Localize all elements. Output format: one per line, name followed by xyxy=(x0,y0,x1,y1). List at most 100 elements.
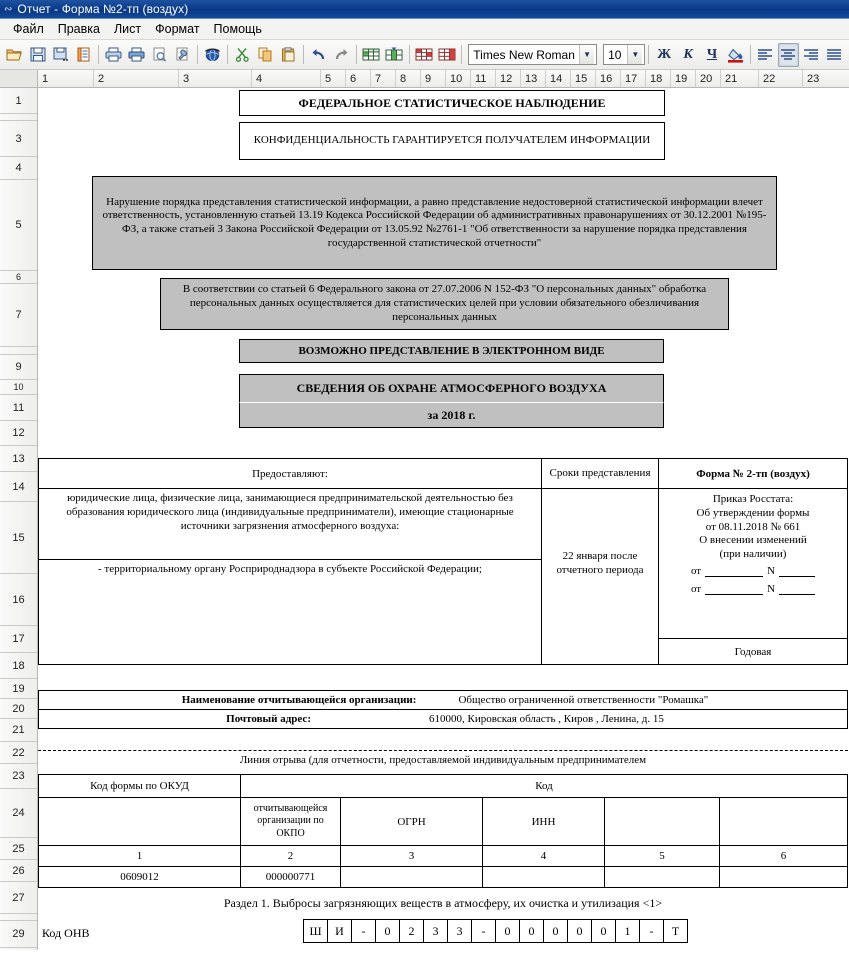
column-header-5[interactable]: 5 xyxy=(321,70,346,87)
column-header-13[interactable]: 13 xyxy=(521,70,546,87)
column-header-20[interactable]: 20 xyxy=(696,70,721,87)
row-header-25[interactable]: 25 xyxy=(0,838,37,860)
column-header-8[interactable]: 8 xyxy=(396,70,421,87)
row-header-22[interactable]: 22 xyxy=(0,742,37,764)
row-header-16[interactable]: 16 xyxy=(0,574,37,626)
column-header-19[interactable]: 19 xyxy=(671,70,696,87)
paste-icon[interactable] xyxy=(278,43,299,67)
row-header-6[interactable]: 6 xyxy=(0,271,37,284)
org-name-value[interactable]: Общество ограниченной ответственности "Р… xyxy=(458,694,708,706)
cut-scissors-icon[interactable] xyxy=(232,43,253,67)
column-header-18[interactable]: 18 xyxy=(646,70,671,87)
onv-code-cell-7[interactable]: 3 xyxy=(447,919,472,943)
column-header-22[interactable]: 22 xyxy=(759,70,803,87)
row-header-10[interactable]: 10 xyxy=(0,380,37,395)
menu-help[interactable]: Помощь xyxy=(207,20,269,38)
column-header-21[interactable]: 21 xyxy=(721,70,759,87)
onv-code-cell-1[interactable]: Ш xyxy=(303,919,328,943)
settings-wrench-icon[interactable] xyxy=(172,43,193,67)
chevron-down-icon[interactable]: ▼ xyxy=(579,45,595,64)
quick-print-icon[interactable] xyxy=(126,43,147,67)
column-header-23[interactable]: 23 xyxy=(803,70,849,87)
column-header-3[interactable]: 3 xyxy=(179,70,252,87)
menu-format[interactable]: Формат xyxy=(148,20,206,38)
menu-edit[interactable]: Правка xyxy=(51,20,107,38)
column-header-1[interactable]: 1 xyxy=(38,70,94,87)
row-header-4[interactable]: 4 xyxy=(0,157,37,180)
select-all-corner[interactable] xyxy=(0,70,38,87)
onv-code-cell-12[interactable]: 0 xyxy=(567,919,592,943)
column-header-4[interactable]: 4 xyxy=(252,70,321,87)
row-header-29[interactable]: 29 xyxy=(0,921,37,948)
order-date-field-2[interactable] xyxy=(705,584,764,595)
row-header-21[interactable]: 21 xyxy=(0,719,37,742)
align-left-button[interactable] xyxy=(755,43,776,67)
ogrn-value-cell[interactable] xyxy=(340,866,483,888)
row-header-30-collapsed[interactable] xyxy=(0,948,37,950)
print-icon[interactable] xyxy=(103,43,124,67)
onv-code-cell-2[interactable]: И xyxy=(327,919,352,943)
onv-code-cell-15[interactable]: - xyxy=(639,919,664,943)
onv-code-cell-6[interactable]: 3 xyxy=(423,919,448,943)
align-center-button[interactable] xyxy=(777,42,799,67)
onv-code-cell-4[interactable]: 0 xyxy=(375,919,400,943)
onv-code-cell-8[interactable]: - xyxy=(471,919,496,943)
row-header-19[interactable]: 19 xyxy=(0,679,37,699)
row-header-20[interactable]: 20 xyxy=(0,699,37,719)
delete-row-icon[interactable] xyxy=(436,43,457,67)
row-header-7[interactable]: 7 xyxy=(0,284,37,347)
row-header-15[interactable]: 15 xyxy=(0,502,37,574)
row-header-26[interactable]: 26 xyxy=(0,860,37,882)
bold-button[interactable]: Ж xyxy=(653,43,675,67)
insert-row-icon[interactable] xyxy=(384,43,405,67)
open-folder-icon[interactable] xyxy=(4,43,25,67)
column-header-12[interactable]: 12 xyxy=(496,70,521,87)
column-header-2[interactable]: 2 xyxy=(94,70,179,87)
font-family-combo[interactable]: Times New Roman ▼ xyxy=(468,44,598,65)
copy-icon[interactable] xyxy=(255,43,276,67)
menu-sheet[interactable]: Лист xyxy=(107,20,148,38)
save-as-icon[interactable] xyxy=(50,43,71,67)
onv-code-cell-5[interactable]: 2 xyxy=(399,919,424,943)
code-col5-value-cell[interactable] xyxy=(604,866,720,888)
inn-value-cell[interactable] xyxy=(482,866,605,888)
align-right-button[interactable] xyxy=(801,43,822,67)
row-header-5[interactable]: 5 xyxy=(0,180,37,271)
menu-file[interactable]: Файл xyxy=(6,20,51,38)
column-header-7[interactable]: 7 xyxy=(371,70,396,87)
row-header-2-collapsed[interactable] xyxy=(0,114,37,121)
column-header-15[interactable]: 15 xyxy=(571,70,596,87)
properties-icon[interactable] xyxy=(73,43,94,67)
order-number-field-1[interactable] xyxy=(779,566,816,578)
insert-table-icon[interactable] xyxy=(361,43,382,67)
row-header-12[interactable]: 12 xyxy=(0,421,37,446)
fill-color-icon[interactable] xyxy=(725,43,746,67)
row-header-17[interactable]: 17 xyxy=(0,626,37,653)
row-header-1[interactable]: 1 xyxy=(0,88,37,114)
row-header-27[interactable]: 27 xyxy=(0,882,37,914)
column-header-9[interactable]: 9 xyxy=(421,70,446,87)
row-header-8-collapsed[interactable] xyxy=(0,347,37,355)
order-date-field-1[interactable] xyxy=(705,566,764,578)
onv-code-cell-11[interactable]: 0 xyxy=(543,919,568,943)
column-header-6[interactable]: 6 xyxy=(346,70,371,87)
column-header-16[interactable]: 16 xyxy=(596,70,621,87)
row-header-24[interactable]: 24 xyxy=(0,789,37,838)
code-col6-value-cell[interactable] xyxy=(719,866,848,888)
column-header-11[interactable]: 11 xyxy=(471,70,496,87)
align-justify-button[interactable] xyxy=(824,43,845,67)
row-header-9[interactable]: 9 xyxy=(0,355,37,380)
column-header-10[interactable]: 10 xyxy=(446,70,471,87)
order-number-field-2[interactable] xyxy=(779,584,816,595)
onv-code-cell-10[interactable]: 0 xyxy=(519,919,544,943)
onv-code-cell-9[interactable]: 0 xyxy=(495,919,520,943)
redo-icon[interactable] xyxy=(331,43,352,67)
font-size-combo[interactable]: 10 ▼ xyxy=(603,44,646,65)
italic-button[interactable]: К xyxy=(677,43,699,67)
globe-icon[interactable] xyxy=(202,43,223,67)
okpo-value-cell[interactable]: 000000771 xyxy=(240,866,341,888)
row-header-13[interactable]: 13 xyxy=(0,446,37,472)
onv-code-cell-3[interactable]: - xyxy=(351,919,376,943)
delete-table-icon[interactable] xyxy=(413,43,434,67)
chevron-down-icon[interactable]: ▼ xyxy=(627,45,643,64)
